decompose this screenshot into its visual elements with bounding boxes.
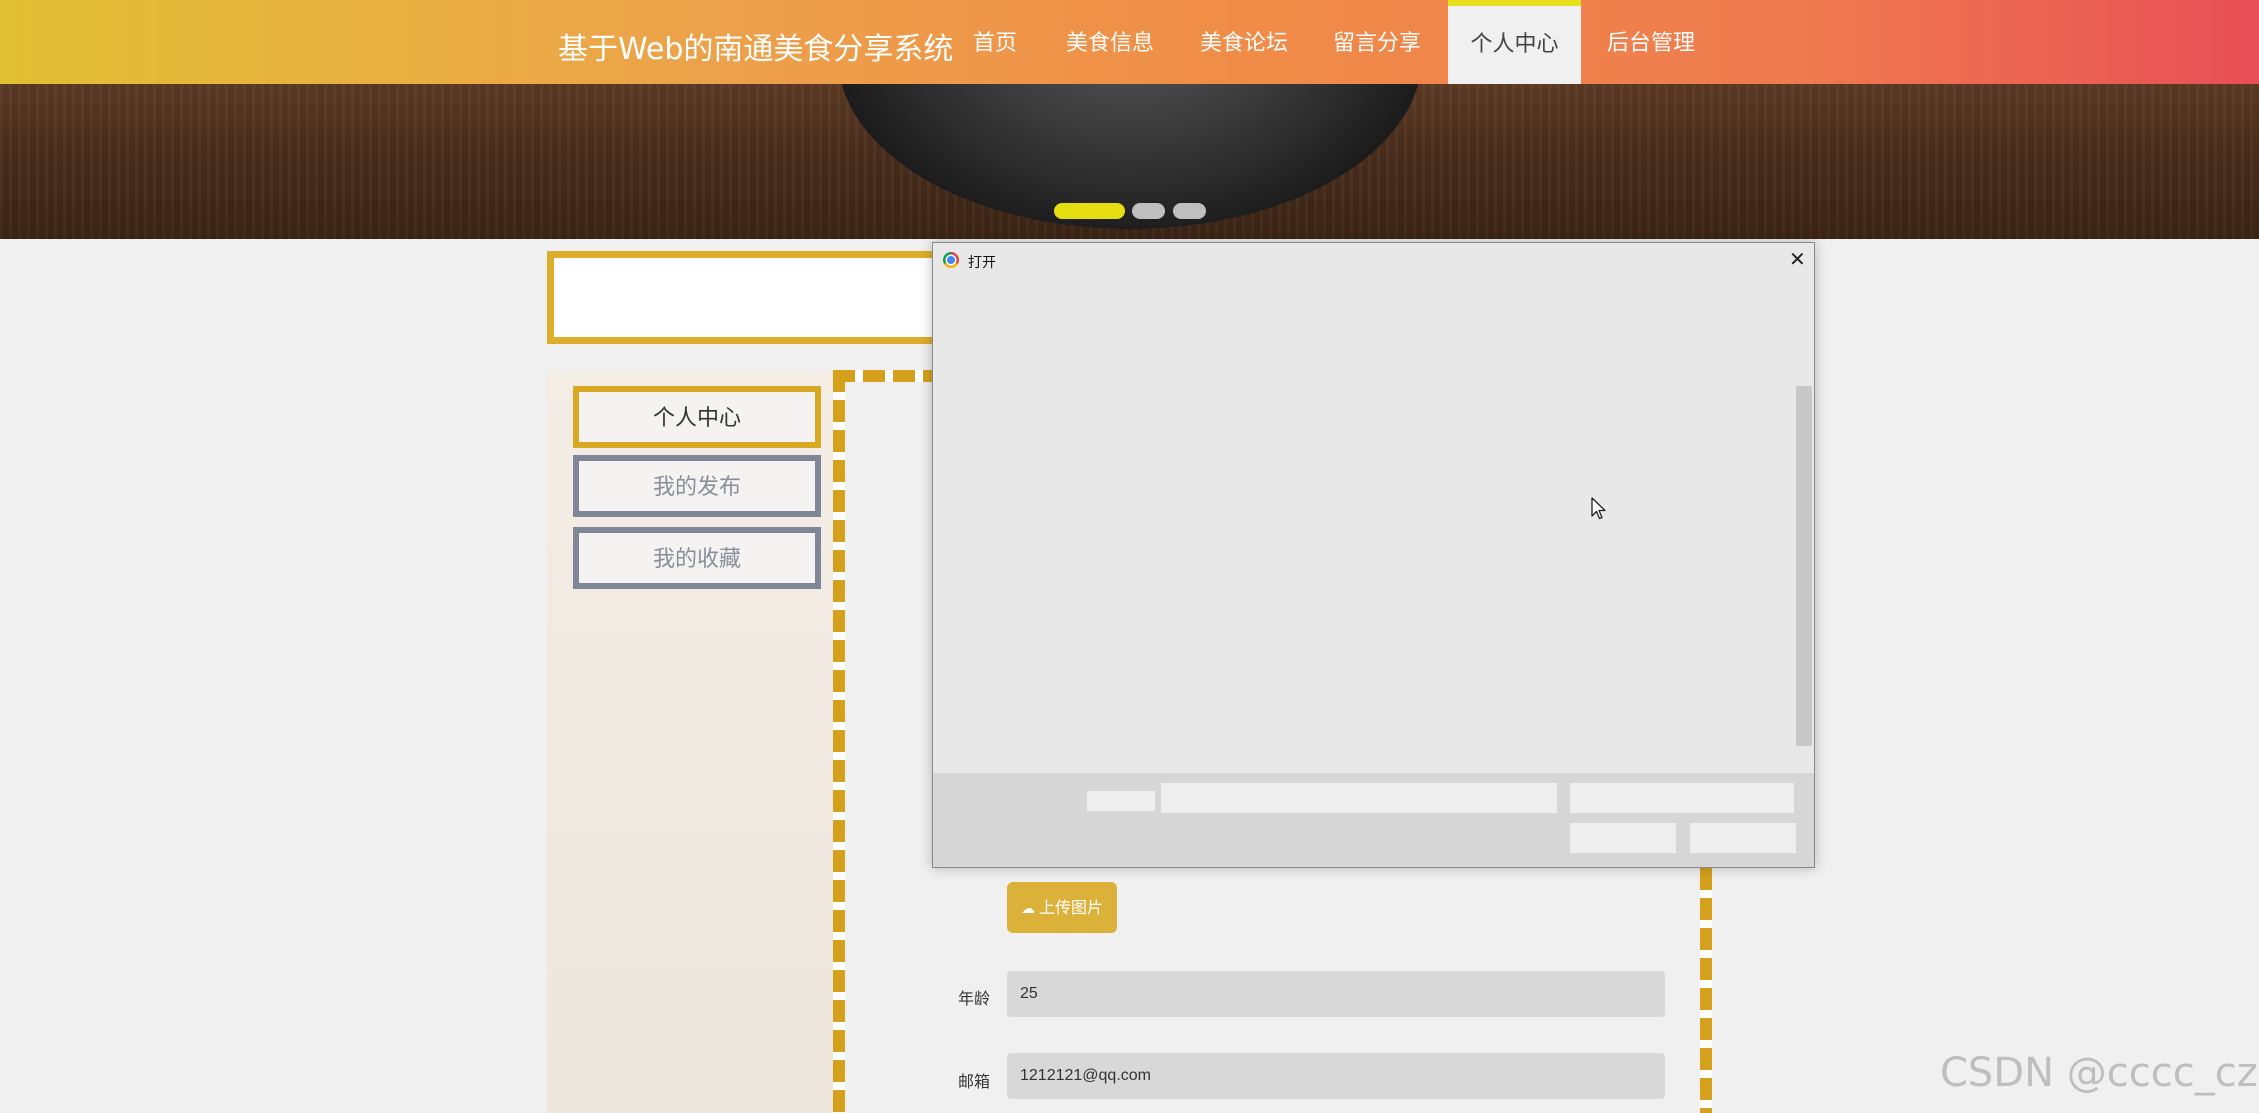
carousel-dot-3[interactable] bbox=[1173, 203, 1206, 219]
sidebar-item-my-favorites[interactable]: 我的收藏 bbox=[573, 527, 821, 589]
chrome-icon bbox=[943, 252, 959, 268]
upload-image-button[interactable]: ☁ 上传图片 bbox=[1007, 882, 1117, 933]
nav-message-share[interactable]: 留言分享 bbox=[1323, 0, 1431, 84]
mouse-cursor-icon bbox=[1591, 497, 1606, 520]
age-label: 年龄 bbox=[958, 989, 991, 1008]
top-nav-bar: 基于Web的南通美食分享系统 首页 美食信息 美食论坛 留言分享 个人中心 后台… bbox=[0, 0, 2259, 84]
email-label: 邮箱 bbox=[958, 1072, 991, 1091]
nav-admin[interactable]: 后台管理 bbox=[1597, 0, 1705, 84]
content-border-top bbox=[833, 370, 933, 382]
carousel-dot-1[interactable] bbox=[1054, 203, 1125, 219]
file-open-dialog[interactable]: 打开 ✕ bbox=[932, 242, 1815, 868]
filename-input[interactable] bbox=[1161, 783, 1557, 813]
nav-home[interactable]: 首页 bbox=[960, 0, 1030, 84]
watermark: CSDN @cccc_cz bbox=[1940, 1050, 2258, 1096]
sidebar-item-my-posts[interactable]: 我的发布 bbox=[573, 455, 821, 517]
nav-personal-center[interactable]: 个人中心 bbox=[1448, 0, 1581, 84]
content-border-right bbox=[1700, 868, 1712, 1113]
dialog-title: 打开 bbox=[968, 255, 996, 271]
filename-label-placeholder bbox=[1087, 791, 1155, 811]
close-icon[interactable]: ✕ bbox=[1789, 247, 1806, 272]
cancel-button[interactable] bbox=[1690, 823, 1796, 853]
dialog-scrollbar[interactable] bbox=[1796, 386, 1812, 746]
open-button[interactable] bbox=[1570, 823, 1676, 853]
nav-food-info[interactable]: 美食信息 bbox=[1056, 0, 1164, 84]
upload-image-label: 上传图片 bbox=[1038, 898, 1103, 917]
age-input[interactable]: 25 bbox=[1007, 971, 1665, 1017]
cloud-upload-icon: ☁ bbox=[1020, 901, 1035, 917]
nav-food-forum[interactable]: 美食论坛 bbox=[1190, 0, 1298, 84]
sidebar-item-personal-center[interactable]: 个人中心 bbox=[573, 386, 821, 448]
file-type-select[interactable] bbox=[1570, 783, 1794, 813]
banner-carousel bbox=[0, 84, 2259, 239]
carousel-dot-2[interactable] bbox=[1132, 203, 1165, 219]
email-input[interactable]: 1212121@qq.com bbox=[1007, 1053, 1665, 1099]
content-border-left bbox=[833, 370, 845, 1113]
site-title[interactable]: 基于Web的南通美食分享系统 bbox=[558, 24, 953, 68]
dialog-footer bbox=[933, 773, 1814, 867]
